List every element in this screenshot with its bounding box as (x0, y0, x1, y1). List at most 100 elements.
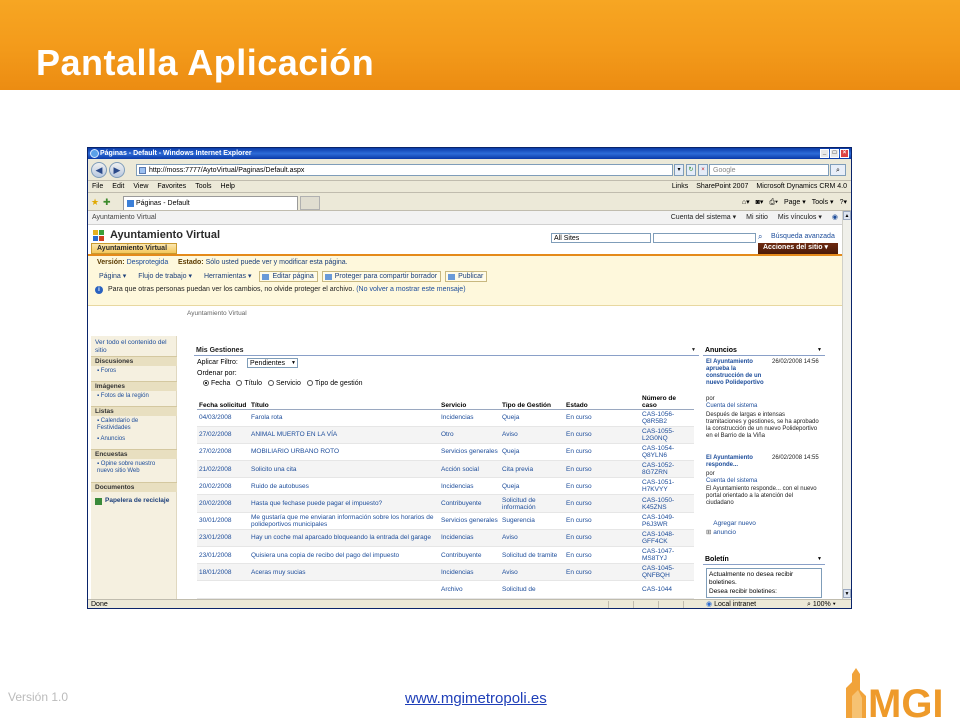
sp-help-icon[interactable]: ◉ (832, 211, 838, 224)
recycle-bin-link[interactable]: Papelera de reciclaje (95, 497, 175, 505)
address-dropdown-icon[interactable]: ▾ (674, 164, 684, 176)
refresh-icon[interactable]: ↻ (686, 164, 696, 176)
table-cell[interactable]: En curso (564, 443, 640, 462)
table-cell[interactable]: CAS-1047-MS8TYJ (640, 546, 694, 565)
sp-site-crumb[interactable]: Ayuntamiento Virtual (92, 211, 156, 224)
menu-file[interactable]: File (92, 181, 103, 192)
table-cell[interactable]: 27/02/2008 (197, 426, 249, 444)
table-cell[interactable]: Servicios generales (439, 512, 500, 530)
view-all-content-link[interactable]: Ver todo el contenido del sitio (95, 339, 173, 355)
table-cell[interactable]: Quisiera una copia de recibo del pago de… (249, 546, 439, 565)
minimize-button[interactable]: _ (820, 149, 829, 158)
table-cell[interactable]: Solicito una cita (249, 460, 439, 479)
table-cell[interactable]: CAS-1045-QNFBQH (640, 563, 694, 582)
table-cell[interactable]: CAS-1052-8G7ZRN (640, 460, 694, 479)
quick-launch-fotos[interactable]: ▪ Fotos de la región (97, 393, 173, 400)
table-row[interactable]: 20/02/2008 Hasta que fechase puede pagar … (197, 494, 694, 513)
table-cell[interactable]: CAS-1044 (640, 580, 694, 599)
scroll-up-icon[interactable]: ▲ (843, 211, 851, 220)
add-favorite-icon[interactable]: ✚ (103, 197, 111, 208)
zoom-level[interactable]: ⌕ 100% ▾ (807, 600, 836, 608)
address-input[interactable]: http://moss:7777/AytoVirtual/Paginas/Def… (136, 164, 673, 176)
dismiss-message-link[interactable]: (No volver a mostrar este mensaje) (356, 286, 465, 293)
search-icon[interactable]: ⌕ (830, 164, 846, 176)
my-site-link[interactable]: Mi sitio (746, 211, 768, 224)
pagina-menu[interactable]: Página ▾ (95, 271, 130, 282)
site-actions-menu[interactable]: Acciones del sitio ▾ (758, 243, 838, 254)
table-cell[interactable]: Archivo (439, 580, 500, 599)
table-cell[interactable]: CAS-1048-GFF4CK (640, 529, 694, 548)
table-cell[interactable]: Aceras muy sucias (249, 563, 439, 582)
quick-launch-listas[interactable]: Listas (91, 406, 177, 416)
table-cell[interactable]: Farola rota (249, 409, 439, 427)
back-icon[interactable]: ◀ (91, 162, 107, 178)
table-cell[interactable]: En curso (564, 460, 640, 479)
quick-launch-anuncios[interactable]: ▪ Anuncios (97, 436, 173, 443)
webpart-menu-icon[interactable]: ▼ (691, 345, 696, 356)
maximize-button[interactable]: □ (830, 149, 839, 158)
table-cell[interactable]: En curso (564, 563, 640, 582)
quick-launch-documentos[interactable]: Documentos (91, 482, 177, 492)
order-titulo[interactable]: Título (236, 380, 262, 387)
table-row[interactable]: 23/01/2008 Quisiera una copia de recibo d… (197, 546, 694, 565)
table-cell[interactable]: En curso (564, 477, 640, 496)
menu-edit[interactable]: Edit (112, 181, 124, 192)
webpart-menu-icon[interactable]: ▼ (817, 554, 822, 565)
quick-launch-foros[interactable]: ▪ Foros (97, 368, 173, 375)
quick-launch-encuestas[interactable]: Encuestas (91, 449, 177, 459)
column-header[interactable]: Estado (564, 391, 640, 410)
menu-favorites[interactable]: Favorites (157, 181, 186, 192)
scroll-down-icon[interactable]: ▼ (843, 589, 851, 598)
table-cell[interactable]: Queja (500, 443, 564, 462)
table-cell[interactable]: CAS-1055-L2G0NQ (640, 426, 694, 444)
table-cell[interactable]: Otro (439, 426, 500, 444)
table-row[interactable]: 04/03/2008 Farola rota Incidencias Queja En … (197, 409, 694, 427)
feeds-icon[interactable]: ◙▾ (756, 196, 764, 210)
table-cell[interactable]: 30/01/2008 (197, 512, 249, 530)
table-cell[interactable]: Incidencias (439, 563, 500, 582)
table-row[interactable]: 18/01/2008 Aceras muy sucias Incidencias Av… (197, 563, 694, 582)
my-links-menu[interactable]: Mis vínculos ▾ (778, 211, 822, 224)
column-header[interactable]: Servicio (439, 391, 500, 410)
table-cell[interactable]: En curso (564, 426, 640, 444)
table-cell[interactable]: En curso (564, 529, 640, 548)
quick-launch-imagenes[interactable]: Imágenes (91, 381, 177, 391)
table-cell[interactable]: Aviso (500, 529, 564, 548)
table-cell[interactable]: En curso (564, 512, 640, 530)
table-row[interactable]: 20/02/2008 Ruido de autobuses Incidencias Q… (197, 477, 694, 496)
forward-icon[interactable]: ▶ (109, 162, 125, 178)
table-cell[interactable]: Acción social (439, 460, 500, 479)
link-dynamics-crm[interactable]: Microsoft Dynamics CRM 4.0 (756, 181, 847, 193)
table-cell[interactable]: Hay un coche mal aparcado bloqueando la … (249, 529, 439, 548)
help-icon[interactable]: ?▾ (840, 196, 847, 210)
browser-tab[interactable]: Páginas - Default (123, 196, 298, 210)
sp-search-input[interactable] (653, 233, 756, 243)
table-cell[interactable]: CAS-1051-H7KVYY (640, 477, 694, 496)
edit-page-button[interactable]: Editar página (259, 271, 318, 282)
table-cell[interactable]: 04/03/2008 (197, 409, 249, 427)
favorites-star-icon[interactable]: ★ (91, 197, 99, 208)
filter-select[interactable]: Pendientes ▼ (247, 358, 298, 368)
table-cell[interactable]: Me gustaría que me enviaran información … (249, 512, 439, 530)
table-cell[interactable]: Hasta que fechase puede pagar el impuest… (249, 494, 439, 513)
table-cell[interactable]: En curso (564, 546, 640, 565)
close-button[interactable]: × (840, 149, 849, 158)
tools-menu[interactable]: Tools ▾ (812, 196, 834, 210)
page-vertical-scrollbar[interactable]: ▲ ▼ (842, 211, 851, 599)
link-sharepoint[interactable]: SharePoint 2007 (696, 181, 748, 193)
new-tab-button[interactable] (300, 196, 320, 210)
table-cell[interactable]: Servicios generales (439, 443, 500, 462)
webpart-menu-icon[interactable]: ▼ (817, 345, 822, 356)
announcement-author[interactable]: Cuenta del sistema (706, 403, 757, 410)
add-announcement-link[interactable]: ⊞ Agregar nuevo anuncio (706, 519, 766, 537)
column-header[interactable]: Título (249, 391, 439, 410)
table-cell[interactable]: CAS-1056-Q8R5B2 (640, 409, 694, 427)
table-cell[interactable] (564, 580, 640, 599)
table-cell[interactable]: En curso (564, 409, 640, 427)
sp-search-icon[interactable]: ⌕ (758, 232, 768, 243)
publish-button[interactable]: Publicar (445, 271, 488, 282)
table-cell[interactable]: Incidencias (439, 409, 500, 427)
table-cell[interactable]: Aviso (500, 563, 564, 582)
table-row[interactable]: 30/01/2008 Me gustaría que me enviaran in… (197, 512, 694, 530)
table-cell[interactable]: Queja (500, 477, 564, 496)
